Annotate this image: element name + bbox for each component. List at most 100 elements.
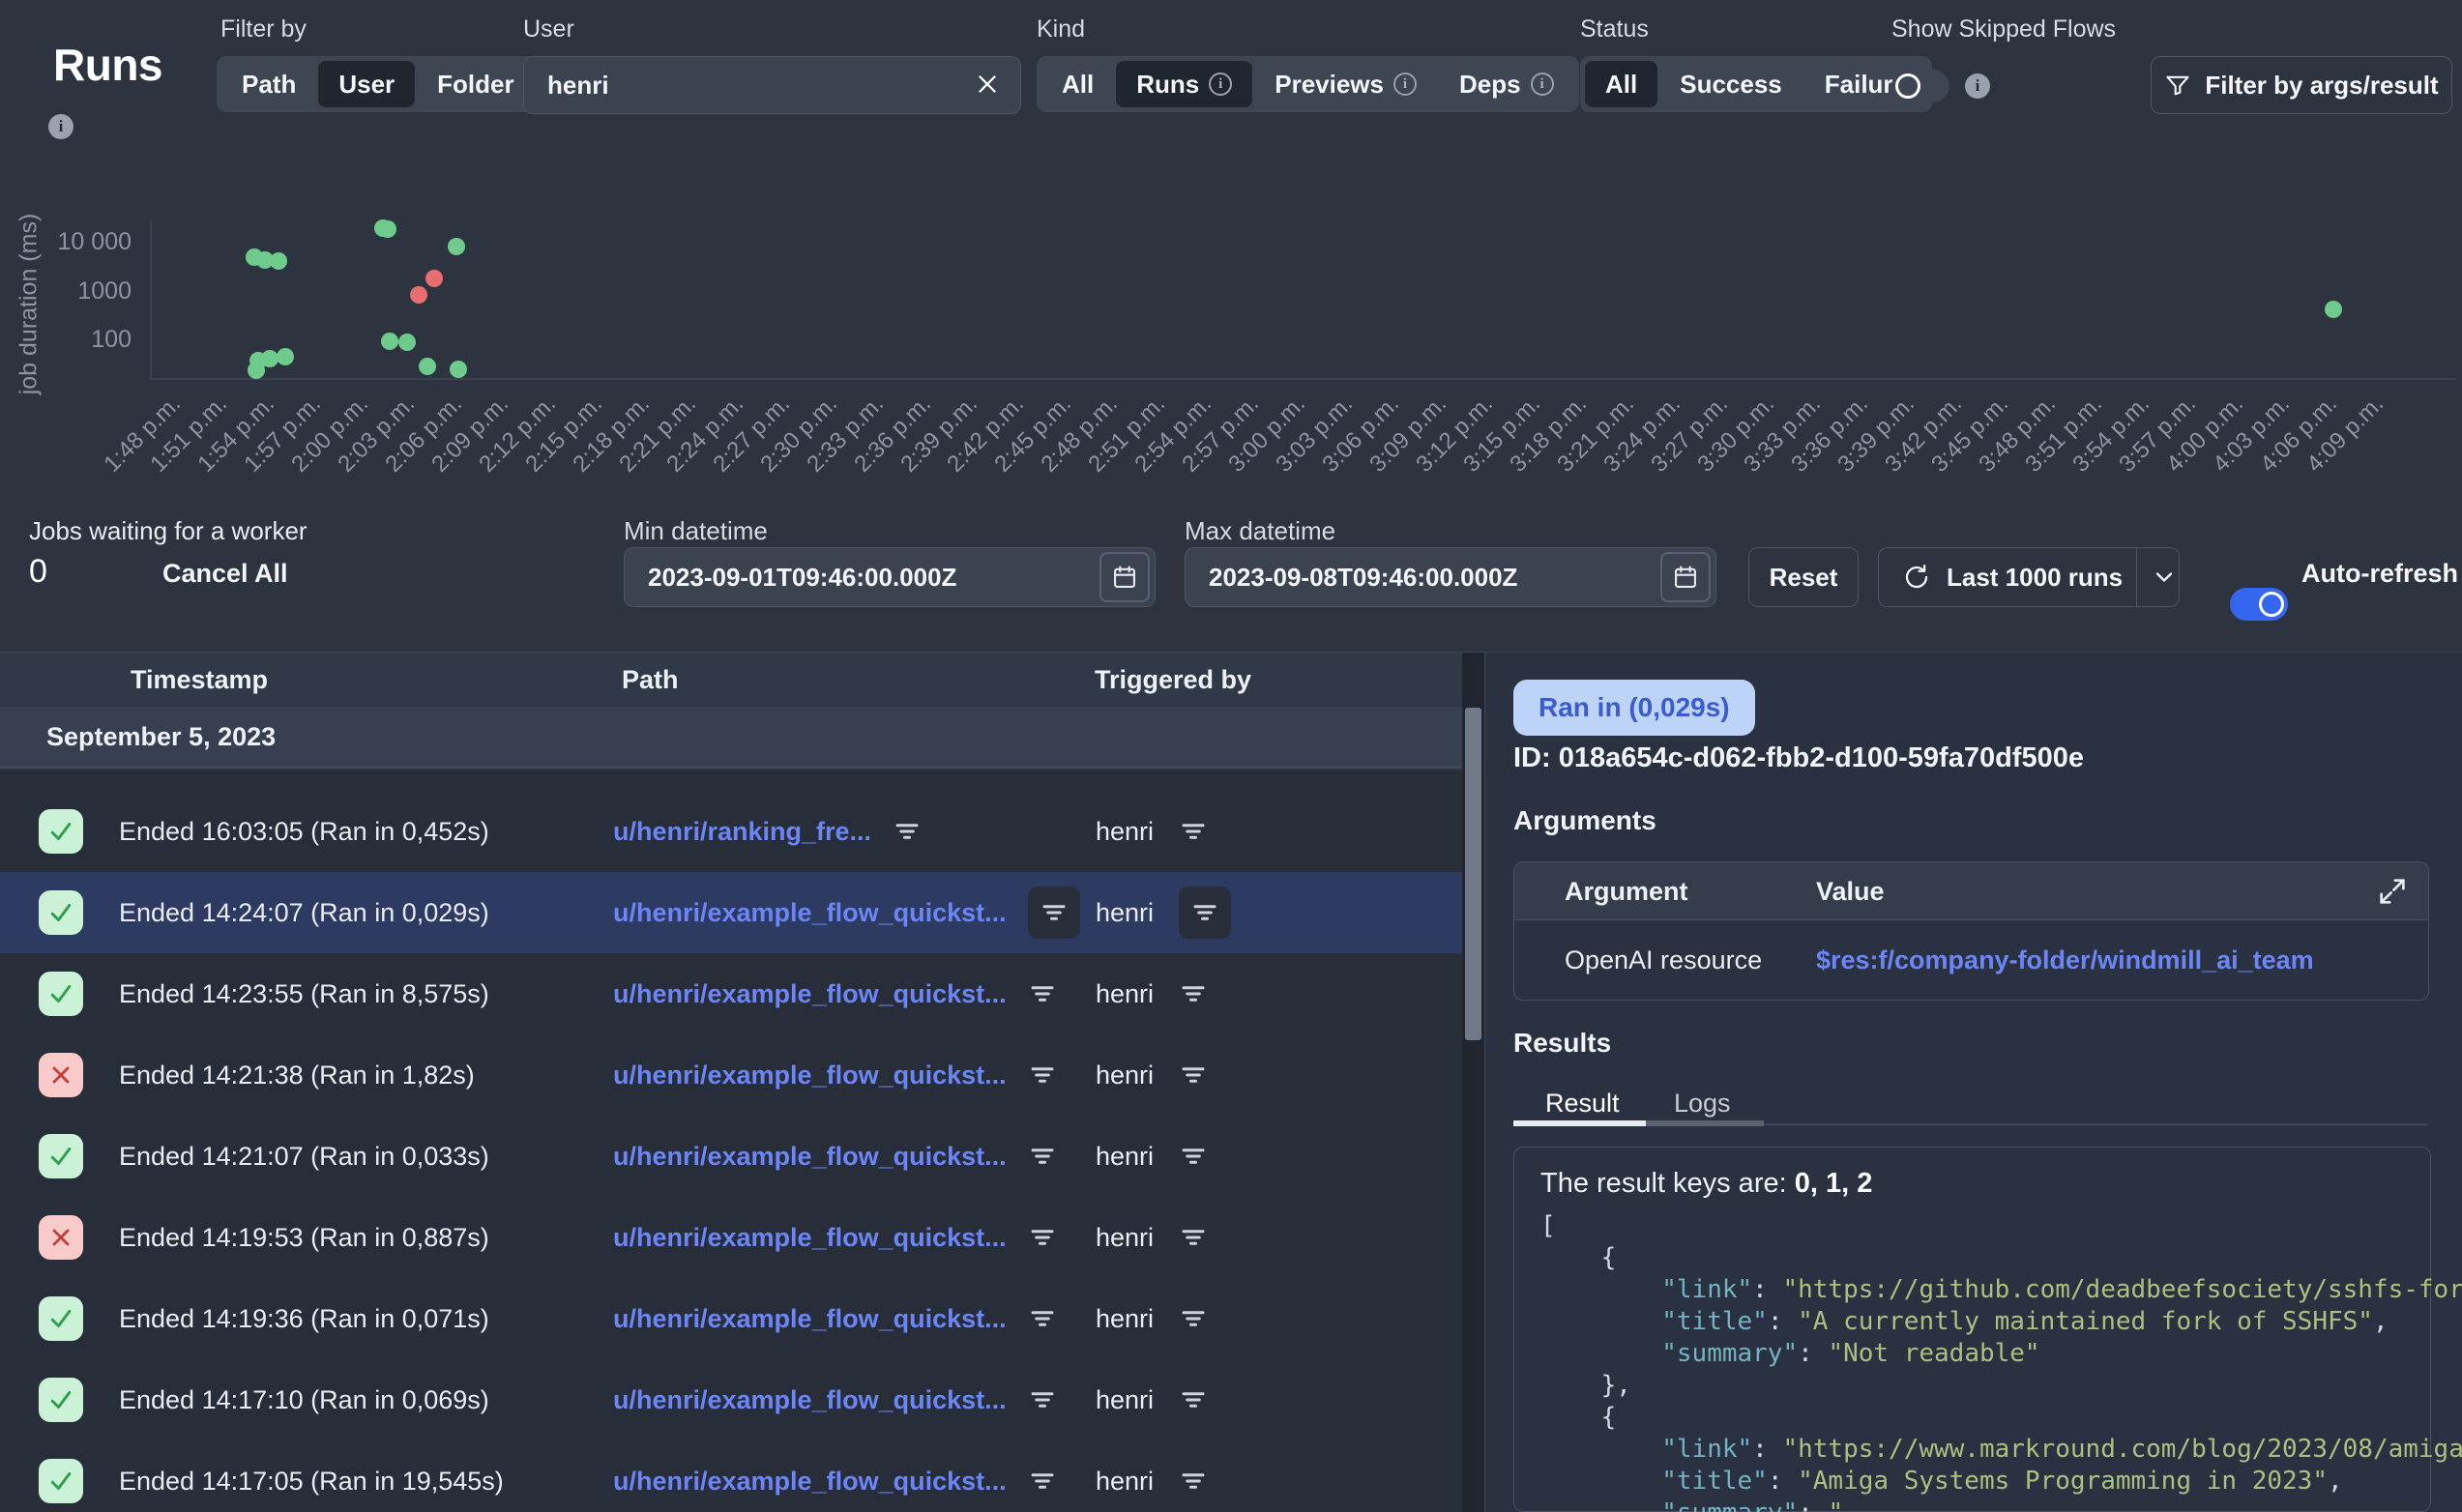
args-col-value: Value [1816, 862, 1885, 920]
filter-by-path-icon[interactable] [1028, 1304, 1057, 1333]
kind-previews[interactable]: Previewsi [1254, 61, 1437, 107]
last-runs-button[interactable]: Last 1000 runs [1878, 547, 2180, 607]
filter-by-user-icon[interactable] [1179, 1467, 1208, 1496]
kind-runs[interactable]: Runsi [1116, 61, 1252, 107]
run-user: henri [1096, 1223, 1154, 1253]
run-timestamp: Ended 14:21:38 (Ran in 1,82s) [119, 1034, 475, 1116]
run-duration-badge: Ran in (0,029s) [1513, 680, 1755, 736]
tab-result[interactable]: Result [1545, 1089, 1620, 1119]
table-scrollbar[interactable] [1462, 653, 1484, 1512]
failure-icon [39, 1053, 83, 1097]
success-icon [39, 1296, 83, 1341]
table-row[interactable]: Ended 14:19:36 (Ran in 0,071s) u/henri/ex… [0, 1278, 1462, 1359]
status-success[interactable]: Success [1659, 61, 1803, 107]
expand-icon[interactable] [2376, 875, 2409, 908]
filter-by-folder[interactable]: Folder [417, 61, 534, 107]
filter-by-path-icon[interactable] [1028, 1223, 1057, 1252]
runs-info-icon[interactable]: i [48, 114, 73, 139]
run-path-link[interactable]: u/henri/example_flow_quickst... [613, 1061, 1007, 1090]
filter-by-user-icon[interactable] [1179, 1304, 1208, 1333]
chart-point-failure [410, 286, 427, 304]
user-filter-label: User [523, 15, 574, 44]
chart-point-success [419, 358, 436, 375]
kind-all[interactable]: All [1041, 61, 1114, 107]
max-datetime-input[interactable] [1185, 547, 1716, 607]
min-datetime-input[interactable] [624, 547, 1156, 607]
info-icon: i [1531, 73, 1554, 96]
auto-refresh-toggle[interactable] [2230, 588, 2288, 621]
run-path-link[interactable]: u/henri/example_flow_quickst... [613, 898, 1007, 928]
filter-by-user-icon[interactable] [1179, 817, 1208, 846]
run-path-link[interactable]: u/henri/ranking_fre... [613, 817, 871, 847]
last-runs-dropdown[interactable] [2151, 564, 2179, 591]
user-filter-input[interactable] [523, 56, 1021, 114]
min-datetime-calendar-icon[interactable] [1099, 552, 1150, 602]
reset-button[interactable]: Reset [1748, 547, 1859, 607]
run-path-link[interactable]: u/henri/example_flow_quickst... [613, 1467, 1007, 1497]
filter-by-user-icon[interactable] [1179, 887, 1231, 939]
filter-by-path-icon[interactable] [1028, 887, 1080, 939]
max-datetime-calendar-icon[interactable] [1660, 552, 1711, 602]
run-timestamp: Ended 14:19:36 (Ran in 0,071s) [119, 1278, 489, 1359]
table-row[interactable]: Ended 14:24:07 (Ran in 0,029s)u/henri/ex… [0, 872, 1462, 953]
run-timestamp: Ended 14:21:07 (Ran in 0,033s) [119, 1116, 489, 1197]
filter-by-path[interactable]: Path [221, 61, 316, 107]
table-row[interactable]: Ended 14:17:05 (Ran in 19,545s) u/henri/e… [0, 1440, 1462, 1512]
filter-by-path-icon[interactable] [893, 817, 922, 846]
run-path-link[interactable]: u/henri/example_flow_quickst... [613, 1223, 1007, 1253]
chart-point-success [448, 238, 465, 255]
table-row[interactable]: Ended 14:19:53 (Ran in 0,887s)u/henri/ex… [0, 1197, 1462, 1278]
kind-deps[interactable]: Depsi [1439, 61, 1574, 107]
run-path-link[interactable]: u/henri/example_flow_quickst... [613, 1142, 1007, 1172]
table-row[interactable]: Ended 14:17:10 (Ran in 0,069s)u/henri/ex… [0, 1359, 1462, 1440]
run-path-link[interactable]: u/henri/example_flow_quickst... [613, 1385, 1007, 1415]
chart-point-success [277, 348, 294, 365]
cancel-all-button[interactable]: Cancel All [162, 559, 288, 589]
run-timestamp: Ended 14:17:05 (Ran in 19,545s) [119, 1440, 504, 1512]
chart-y-tick: 100 [0, 326, 132, 354]
table-row[interactable]: Ended 14:21:07 (Ran in 0,033s) u/henri/ex… [0, 1116, 1462, 1197]
table-row[interactable]: Ended 16:03:05 (Ran in 0,452s) u/henri/ra… [0, 791, 1462, 872]
filter-by-path-icon[interactable] [1028, 1467, 1057, 1496]
run-user: henri [1096, 898, 1154, 928]
run-user: henri [1096, 1467, 1154, 1497]
chart-point-success [270, 252, 287, 270]
arguments-table: Argument Value OpenAI resource $res:f/co… [1513, 861, 2429, 1001]
filter-by-user-icon[interactable] [1179, 979, 1208, 1008]
filter-by-path-icon[interactable] [1028, 1142, 1057, 1171]
kind-group: AllRunsiPreviewsiDepsi [1037, 56, 1579, 112]
filter-by-user-icon[interactable] [1179, 1223, 1208, 1252]
info-icon: i [1393, 73, 1417, 96]
table-row[interactable]: Ended 14:23:55 (Ran in 8,575s) u/henri/ex… [0, 953, 1462, 1034]
info-icon: i [1209, 73, 1232, 96]
filter-by-user-icon[interactable] [1179, 1385, 1208, 1414]
args-col-argument: Argument [1565, 862, 1688, 920]
run-user: henri [1096, 979, 1154, 1009]
clear-user-filter-icon[interactable] [973, 70, 1002, 99]
filter-by-path-icon[interactable] [1028, 979, 1057, 1008]
table-header: TimestampPathTriggered by [0, 653, 1462, 707]
filter-by-path-icon[interactable] [1028, 1061, 1057, 1090]
show-skipped-info-icon[interactable]: i [1965, 73, 1990, 99]
chart-point-success [2325, 301, 2342, 318]
run-path-link[interactable]: u/henri/example_flow_quickst... [613, 1304, 1007, 1334]
table-row[interactable]: Ended 14:21:38 (Ran in 1,82s) u/henri/exa… [0, 1034, 1462, 1116]
run-timestamp: Ended 14:23:55 (Ran in 8,575s) [119, 953, 489, 1034]
result-json: [ { "link": "https://github.com/deadbeef… [1540, 1210, 2462, 1512]
filter-by-user-icon[interactable] [1179, 1061, 1208, 1090]
status-group: AllSuccessFailure [1580, 56, 1932, 112]
argument-value-link[interactable]: $res:f/company-folder/windmill_ai_team [1816, 920, 2314, 1000]
run-timestamp: Ended 16:03:05 (Ran in 0,452s) [119, 791, 489, 872]
status-all[interactable]: All [1585, 61, 1657, 107]
tab-logs[interactable]: Logs [1674, 1089, 1731, 1119]
show-skipped-toggle[interactable] [1891, 70, 1949, 102]
scrollbar-thumb[interactable] [1465, 708, 1481, 1040]
run-path-link[interactable]: u/henri/example_flow_quickst... [613, 979, 1007, 1009]
filter-args-button[interactable]: Filter by args/result [2151, 56, 2452, 114]
filter-by-user[interactable]: User [318, 61, 415, 107]
filter-by-path-icon[interactable] [1028, 1385, 1057, 1414]
argument-row: OpenAI resource $res:f/company-folder/wi… [1514, 920, 2428, 1000]
min-datetime-label: Min datetime [624, 516, 768, 546]
filter-by-user-icon[interactable] [1179, 1142, 1208, 1171]
max-datetime-label: Max datetime [1185, 516, 1335, 546]
